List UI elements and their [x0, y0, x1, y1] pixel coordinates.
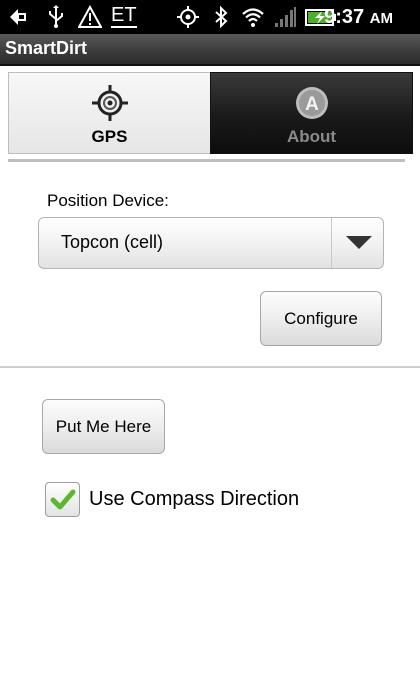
svg-text:A: A: [305, 94, 319, 115]
put-me-here-button[interactable]: Put Me Here: [42, 399, 165, 454]
network-type-label: ET: [111, 4, 137, 28]
usb-debug-icon: [10, 9, 26, 25]
compass-direction-label[interactable]: Use Compass Direction: [89, 488, 299, 511]
tab-about[interactable]: A About: [210, 72, 413, 154]
select-divider: [331, 218, 332, 268]
position-device-select[interactable]: Topcon (cell): [38, 217, 384, 269]
gps-icon: [177, 6, 199, 28]
chevron-down-icon: [346, 236, 372, 249]
crosshair-icon: [91, 85, 128, 121]
position-device-value: Topcon (cell): [61, 232, 164, 252]
checkmark-icon: [50, 489, 76, 510]
tab-divider: [8, 159, 405, 162]
compass-direction-checkbox[interactable]: [45, 482, 80, 517]
signal-icon: [275, 7, 296, 27]
tab-gps[interactable]: GPS: [8, 72, 210, 154]
section-divider: [0, 366, 420, 368]
wifi-icon: [242, 8, 264, 27]
clock: 9:37 AM: [324, 6, 393, 28]
about-icon: A: [295, 87, 328, 119]
tab-about-label: About: [286, 127, 337, 146]
usb-icon: [49, 5, 63, 28]
app-title: SmartDirt: [5, 38, 88, 58]
position-device-label: Position Device:: [47, 191, 169, 210]
configure-button[interactable]: Configure: [260, 291, 382, 346]
tab-gps-label: GPS: [91, 127, 128, 146]
status-bar: ET 9:37 AM: [0, 0, 420, 34]
app-title-bar: SmartDirt: [0, 34, 420, 66]
warning-icon: [78, 5, 102, 28]
bluetooth-icon: [215, 5, 228, 29]
tab-bar: GPS A About: [8, 72, 413, 154]
